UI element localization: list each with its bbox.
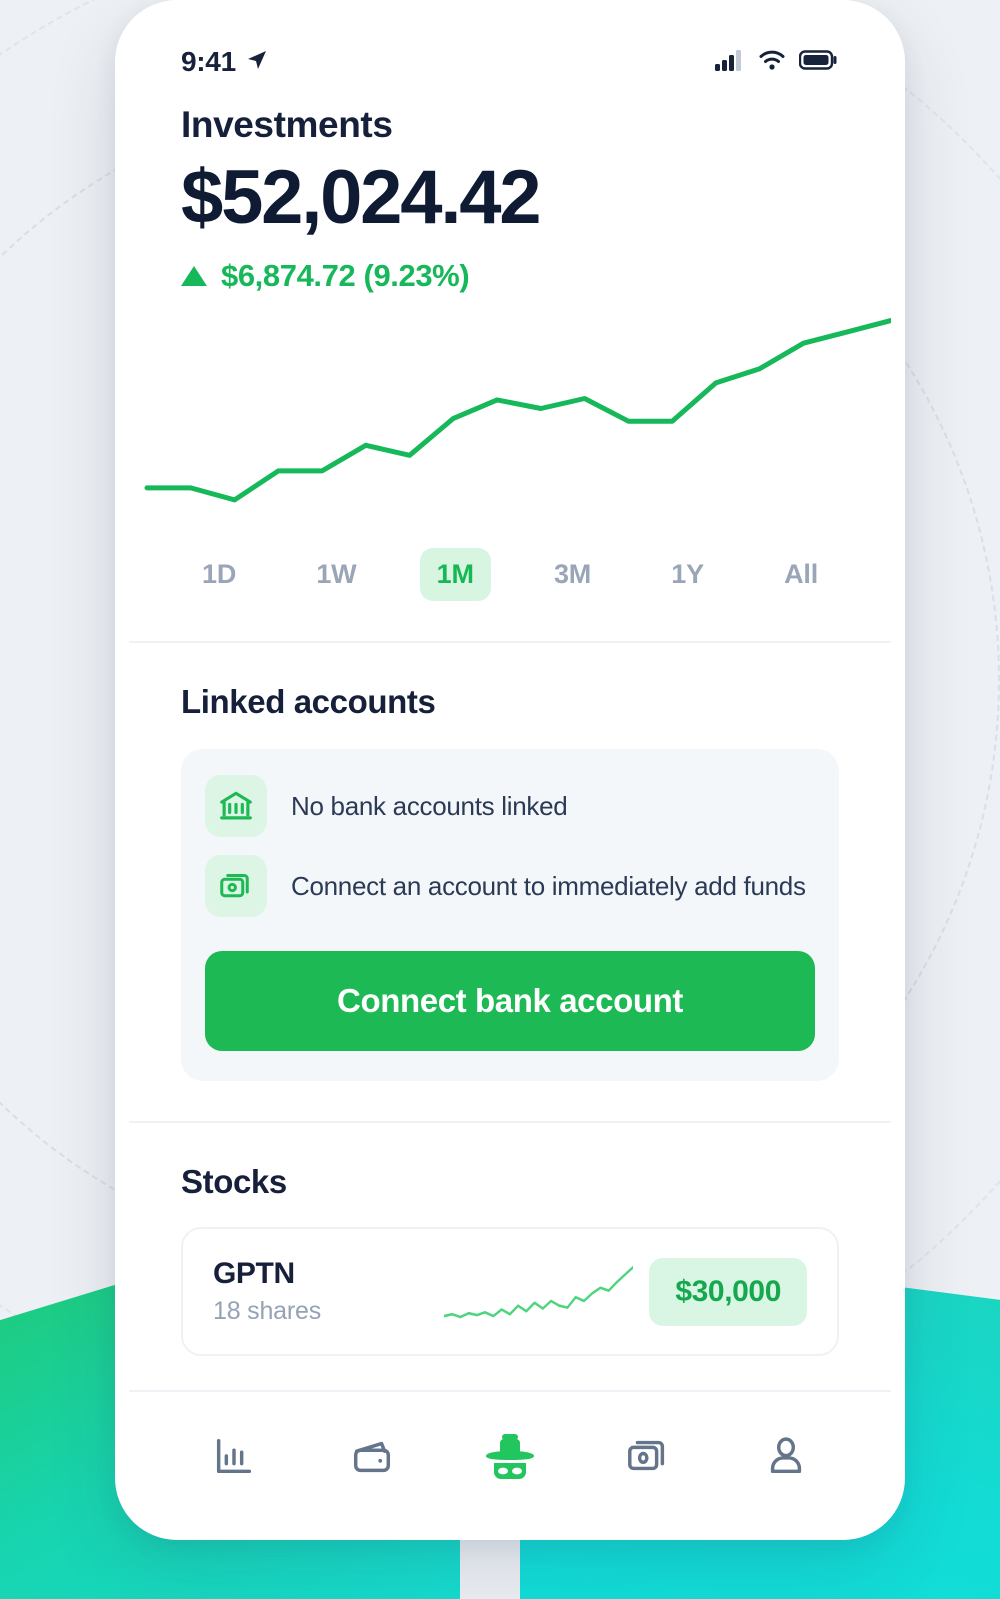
portfolio-chart[interactable] (129, 300, 891, 530)
stocks-title: Stocks (181, 1163, 287, 1200)
linked-accounts-row-text: Connect an account to immediately add fu… (291, 870, 806, 901)
stock-row[interactable]: GPTN 18 shares $30,000 (183, 1229, 837, 1354)
linked-accounts-section: Linked accounts No bank accounts linked (129, 643, 891, 1081)
portfolio-value: $52,024.42 (181, 155, 542, 240)
range-button-all[interactable]: All (767, 548, 835, 601)
nav-item-incognito[interactable] (465, 1414, 555, 1504)
cash-stack-icon (625, 1433, 671, 1484)
stock-identity: GPTN 18 shares (213, 1257, 428, 1326)
stock-ticker: GPTN (213, 1257, 295, 1290)
nav-item-profile[interactable] (741, 1414, 831, 1504)
status-bar-left: 9:41 (181, 46, 269, 78)
stocks-list: GPTN 18 shares $30,000 (181, 1227, 839, 1356)
linked-accounts-card: No bank accounts linked Connect an accou… (181, 749, 839, 1081)
range-button-1y[interactable]: 1Y (654, 548, 721, 601)
portfolio-chart-svg (144, 318, 891, 503)
phone-frame: 9:41 Investments $52,024.42 $6,874.72 (9… (115, 0, 905, 1540)
range-button-3m[interactable]: 3M (537, 548, 608, 601)
bank-icon (205, 775, 267, 837)
status-bar-right (715, 49, 839, 76)
wifi-icon (758, 49, 786, 76)
linked-accounts-row-connect-hint: Connect an account to immediately add fu… (205, 855, 815, 917)
cellular-signal-icon (715, 49, 745, 76)
status-bar-time: 9:41 (181, 46, 236, 77)
battery-full-icon (798, 49, 839, 76)
nav-item-wallet[interactable] (327, 1414, 417, 1504)
range-button-1m[interactable]: 1M (419, 548, 491, 601)
nav-item-bar-chart[interactable] (189, 1414, 279, 1504)
wallet-icon (349, 1433, 395, 1484)
portfolio-change-text: $6,874.72 (9.23%) (221, 258, 470, 293)
portfolio-change: $6,874.72 (9.23%) (181, 258, 839, 294)
linked-accounts-row-no-bank: No bank accounts linked (205, 775, 815, 837)
range-button-1w[interactable]: 1W (299, 548, 373, 601)
incognito-icon (481, 1430, 539, 1487)
stock-shares: 18 shares (213, 1297, 321, 1325)
status-bar: 9:41 (129, 0, 891, 92)
linked-accounts-title: Linked accounts (181, 683, 436, 720)
bar-chart-icon (211, 1433, 257, 1484)
cash-stack-icon (205, 855, 267, 917)
bottom-navigation-bar (129, 1390, 891, 1525)
linked-accounts-row-text: No bank accounts linked (291, 790, 568, 821)
person-icon (763, 1433, 809, 1484)
phone-screen: 9:41 Investments $52,024.42 $6,874.72 (9… (129, 0, 891, 1525)
stock-amount-badge: $30,000 (649, 1257, 807, 1326)
connect-bank-account-button[interactable]: Connect bank account (205, 951, 815, 1051)
range-button-1d[interactable]: 1D (185, 548, 253, 601)
stocks-section: Stocks GPTN 18 shares $30,000 (129, 1123, 891, 1356)
page-title: Investments (181, 104, 393, 145)
nav-item-cash[interactable] (603, 1414, 693, 1504)
location-arrow-icon (245, 48, 269, 77)
time-range-selector: 1D 1W 1M 3M 1Y All (129, 530, 891, 601)
stock-sparkline (444, 1261, 634, 1323)
investments-header: Investments $52,024.42 $6,874.72 (9.23%) (129, 92, 891, 294)
stock-sparkline-svg (444, 1265, 634, 1318)
change-up-arrow-icon (181, 266, 207, 286)
